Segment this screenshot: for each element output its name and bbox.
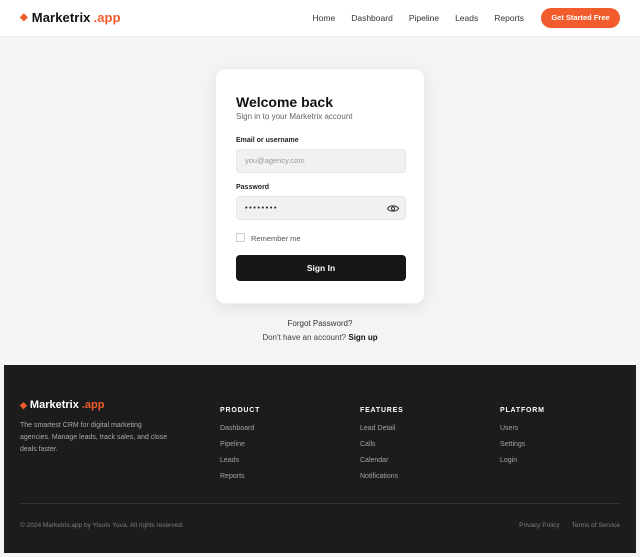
get-started-button[interactable]: Get Started Free: [541, 8, 620, 28]
nav-pipeline[interactable]: Pipeline: [409, 13, 439, 23]
nav-dashboard[interactable]: Dashboard: [351, 13, 393, 23]
brand-logo[interactable]: ◆ Marketrix .app: [20, 10, 121, 25]
eye-icon[interactable]: [387, 204, 399, 213]
footer-link-leads[interactable]: Leads: [220, 457, 260, 473]
privacy-policy-link[interactable]: Privacy Policy: [519, 522, 559, 529]
main-nav: Home Dashboard Pipeline Leads Reports: [313, 13, 524, 23]
email-label: Email or username: [236, 137, 299, 144]
footer-link-calls[interactable]: Calls: [360, 441, 404, 457]
login-card: Welcome back Sign in to your Marketrix a…: [215, 68, 425, 304]
signup-prompt: Don't have an account? Sign up: [0, 333, 640, 342]
copyright-text: © 2024 Marketrix.app by Youris Yuva. All…: [20, 522, 184, 529]
footer-link-lead-detail[interactable]: Lead Detail: [360, 425, 404, 441]
footer-description: The smartest CRM for digital marketing a…: [20, 422, 168, 453]
sign-in-button[interactable]: Sign In: [236, 255, 406, 281]
no-account-text: Don't have an account?: [262, 333, 347, 342]
email-field[interactable]: you@agency.com: [236, 149, 406, 173]
footer-column-heading: PRODUCT: [220, 407, 261, 414]
password-label: Password: [236, 184, 270, 191]
footer-link-settings[interactable]: Settings: [500, 441, 545, 457]
footer-column-heading: PLATFORM: [500, 407, 545, 414]
forgot-password-text[interactable]: Forgot Password?: [288, 319, 353, 328]
footer-link-users[interactable]: Users: [500, 425, 545, 441]
diamond-icon: ◆: [20, 12, 28, 23]
diamond-icon: ◆: [20, 399, 27, 410]
brand-accent: .app: [93, 10, 121, 25]
password-field[interactable]: ••••••••: [236, 196, 406, 220]
footer-brand-name: Marketrix: [29, 399, 79, 411]
brand-name: Marketrix: [31, 10, 91, 25]
nav-leads[interactable]: Leads: [455, 13, 478, 23]
footer-link-dashboard[interactable]: Dashboard: [220, 425, 260, 441]
remember-checkbox[interactable]: [236, 233, 245, 242]
footer-link-pipeline[interactable]: Pipeline: [220, 441, 260, 457]
nav-home[interactable]: Home: [313, 13, 336, 23]
footer: ◆ Marketrix .app The smartest CRM for di…: [4, 365, 636, 553]
footer-link-login[interactable]: Login: [500, 457, 545, 473]
forgot-password-link[interactable]: Forgot Password?: [0, 319, 640, 328]
footer-link-notifications[interactable]: Notifications: [360, 473, 404, 489]
footer-link-reports[interactable]: Reports: [220, 473, 260, 489]
footer-divider: [20, 503, 620, 504]
footer-column-features: FEATURES Lead Detail Calls Calendar Noti…: [360, 407, 404, 489]
top-header: ◆ Marketrix .app Home Dashboard Pipeline…: [0, 0, 640, 37]
footer-column-platform: PLATFORM Users Settings Login: [500, 407, 545, 473]
sign-up-link[interactable]: Sign up: [348, 333, 377, 342]
footer-legal-links: Privacy Policy Terms of Service: [519, 522, 620, 529]
login-subtitle: Sign in to your Marketrix account: [236, 112, 353, 121]
remember-label: Remember me: [251, 234, 301, 243]
footer-brand-accent: .app: [81, 399, 105, 411]
footer-link-calendar[interactable]: Calendar: [360, 457, 404, 473]
nav-reports[interactable]: Reports: [494, 13, 524, 23]
footer-brand-logo[interactable]: ◆ Marketrix .app: [20, 399, 104, 411]
terms-of-service-link[interactable]: Terms of Service: [572, 522, 620, 529]
login-title: Welcome back: [236, 94, 334, 110]
footer-column-product: PRODUCT Dashboard Pipeline Leads Reports: [220, 407, 260, 489]
footer-column-heading: FEATURES: [360, 407, 404, 414]
